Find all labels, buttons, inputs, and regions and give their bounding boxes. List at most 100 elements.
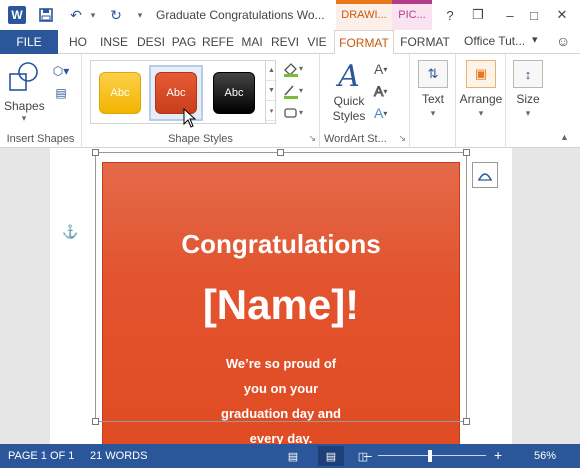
ribbon: Shapes ▾ ⬡▾ ▤ Insert Shapes Abc Abc Abc … [0, 54, 580, 148]
insert-shapes-label: Insert Shapes [6, 133, 75, 145]
tab-insert[interactable]: INSE [96, 30, 132, 54]
web-layout-icon[interactable]: ◫ [350, 446, 376, 466]
text-button[interactable]: ⇅ Text ▾ [414, 58, 452, 119]
mouse-cursor-icon [183, 108, 197, 128]
tab-review[interactable]: REVI [268, 30, 302, 54]
shape-style-black[interactable]: Abc [213, 72, 255, 114]
quick-styles-button[interactable]: A Quick Styles [328, 60, 370, 124]
shape-tools: ⬡▾ ▤ [48, 62, 74, 128]
tab-format-drawing[interactable]: FORMAT [334, 30, 394, 55]
zoom-level[interactable]: 56% [534, 450, 556, 462]
ribbon-display-options-icon[interactable]: ❒ [468, 6, 488, 24]
arrange-button[interactable]: ▣ Arrange ▾ [458, 58, 504, 119]
account-name[interactable]: Office Tut... [464, 34, 525, 48]
gallery-up-icon[interactable]: ▲ [266, 61, 277, 81]
account-dropdown-icon[interactable]: ▾ [532, 33, 538, 46]
resize-handle-bottom-right[interactable] [463, 418, 470, 425]
tab-references[interactable]: REFE [200, 30, 236, 54]
layout-options-icon[interactable] [472, 162, 498, 188]
gallery-more-icon[interactable]: ▾ [266, 101, 277, 121]
edit-points-icon[interactable] [48, 106, 74, 124]
print-layout-icon[interactable]: ▤ [318, 446, 344, 466]
size-button[interactable]: ↕ Size ▾ [508, 58, 548, 119]
group-arrange: ▣ Arrange ▾ [456, 54, 506, 148]
wordart-launcher-icon[interactable]: ↘ [398, 133, 406, 144]
wordart-styles-label: WordArt St... [324, 133, 387, 145]
resize-handle-top-left[interactable] [92, 149, 99, 156]
tab-format-picture[interactable]: FORMAT [396, 30, 454, 54]
text-fill-icon[interactable]: A ▾ [374, 58, 404, 80]
tab-file[interactable]: FILE [0, 30, 58, 54]
status-bar: PAGE 1 OF 1 21 WORDS ▤ ▤ ◫ – + 56% [0, 444, 580, 468]
tab-page-layout[interactable]: PAG [168, 30, 200, 54]
read-mode-icon[interactable]: ▤ [280, 446, 306, 466]
shape-effects-icon[interactable]: ▾ [282, 102, 316, 124]
collapse-ribbon-icon[interactable]: ▲ [560, 132, 569, 142]
wordart-a-icon: A [338, 59, 360, 94]
text-direction-icon: ⇅ [418, 60, 448, 88]
word-count[interactable]: 21 WORDS [90, 450, 147, 462]
smiley-feedback-icon[interactable]: ☺ [556, 33, 570, 49]
shapes-label: Shapes [4, 99, 45, 113]
svg-text:▾: ▾ [299, 64, 303, 73]
tab-mailings[interactable]: MAI [236, 30, 268, 54]
gallery-scroll: ▲ ▼ ▾ [265, 61, 277, 123]
resize-handle-top[interactable] [277, 149, 284, 156]
customize-toolbar-icon[interactable]: ▾ [134, 5, 146, 25]
arrange-dropdown-icon: ▾ [478, 108, 484, 118]
size-label: Size [516, 92, 540, 106]
undo-icon[interactable]: ↶ [66, 5, 86, 25]
shape-fill-icon[interactable]: ▾ [282, 58, 316, 80]
minimize-button[interactable]: – [500, 6, 520, 24]
arrange-label: Arrange [459, 92, 503, 106]
word-app-icon[interactable]: W [8, 6, 26, 24]
group-size: ↕ Size ▾ [506, 54, 550, 148]
page-count[interactable]: PAGE 1 OF 1 [8, 450, 74, 462]
shape-style-yellow[interactable]: Abc [99, 72, 141, 114]
undo-dropdown-icon[interactable]: ▾ [88, 5, 98, 25]
help-button[interactable]: ? [440, 6, 460, 24]
shape-styles-label: Shape Styles [168, 133, 233, 145]
save-icon[interactable] [36, 5, 56, 25]
context-picture-tools: PIC... [392, 0, 432, 30]
maximize-button[interactable]: □ [524, 6, 544, 24]
shapes-button[interactable]: Shapes ▾ [4, 60, 45, 128]
group-wordart-styles: A Quick Styles A ▾ A ▾ A ▾ WordArt St... ↘ [320, 54, 410, 148]
resize-handle-top-right[interactable] [463, 149, 470, 156]
text-dropdown-icon: ▾ [430, 108, 436, 118]
shape-selection-box [95, 152, 467, 422]
text-label: Text [421, 92, 444, 106]
document-title: Graduate Congratulations Wo... [156, 8, 325, 22]
svg-text:▾: ▾ [299, 108, 303, 117]
wordart-tools: A ▾ A ▾ A ▾ [373, 58, 404, 124]
quick-styles-label-2: Styles [332, 109, 366, 123]
text-outline-icon[interactable]: A ▾ [373, 80, 404, 102]
quick-styles-label-1: Quick [333, 94, 365, 108]
anchor-icon: ⚓ [62, 224, 79, 239]
group-insert-shapes: Shapes ▾ ⬡▾ ▤ Insert Shapes [0, 54, 82, 148]
text-effects-icon[interactable]: A ▾ [374, 102, 404, 124]
tab-view[interactable]: VIE [302, 30, 332, 54]
tab-home[interactable]: HO [62, 30, 94, 54]
size-dropdown-icon: ▾ [525, 108, 531, 118]
zoom-slider-thumb[interactable] [428, 450, 432, 462]
arrange-icon: ▣ [466, 60, 496, 88]
gallery-down-icon[interactable]: ▼ [266, 81, 277, 101]
close-button[interactable]: ✕ [552, 6, 572, 24]
title-bar: W ↶ ▾ ↻ ▾ Graduate Congratulations Wo...… [0, 0, 580, 30]
shape-styles-launcher-icon[interactable]: ↘ [308, 133, 316, 144]
tab-design[interactable]: DESI [134, 30, 168, 54]
context-drawing-label: DRAWI... [341, 9, 387, 21]
resize-handle-bottom-left[interactable] [92, 418, 99, 425]
shapes-icon [9, 62, 38, 91]
edit-shape-icon[interactable]: ⬡▾ [48, 62, 74, 80]
shape-outline-icon[interactable]: ▾ [282, 80, 316, 102]
zoom-slider-track[interactable] [378, 455, 486, 456]
shape-format-tools: ▾ ▾ ▾ [282, 58, 316, 124]
zoom-in-button[interactable]: + [494, 447, 502, 463]
text-box-icon[interactable]: ▤ [48, 84, 74, 102]
zoom-out-button[interactable]: – [364, 447, 372, 463]
group-text: ⇅ Text ▾ [410, 54, 456, 148]
context-drawing-tools: DRAWI... [336, 0, 392, 30]
redo-icon[interactable]: ↻ [106, 5, 126, 25]
